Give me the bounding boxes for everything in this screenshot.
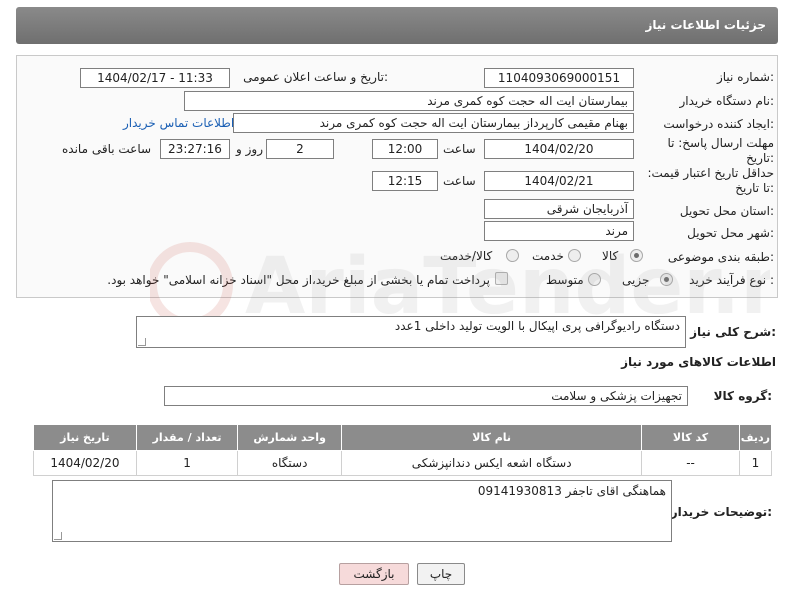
table-header-row: ردیف کد کالا نام کالا واحد شمارش تعداد /… (33, 424, 773, 451)
reply-time-label: ساعت (443, 142, 476, 156)
col-header-row-number: ردیف (738, 424, 773, 451)
cell-date: 1404/02/20 (33, 450, 137, 476)
buyer-notes-field: هماهنگی اقای تاجفر 09141930813 (52, 480, 672, 542)
buyer-field: بیمارستان ایت اله حجت کوه کمری مرند (184, 91, 634, 111)
items-table: ردیف کد کالا نام کالا واحد شمارش تعداد /… (33, 424, 773, 476)
reply-deadline-label: مهلت ارسال پاسخ: تا تاریخ: (667, 136, 774, 165)
price-time-field: 12:15 (372, 171, 438, 191)
col-header-quantity: تعداد / مقدار (135, 424, 239, 451)
goods-group-field: تجهیزات پزشکی و سلامت (164, 386, 688, 406)
buyer-notes-label: توضیحات خریدار: (670, 505, 772, 519)
city-field: مرند (484, 221, 634, 241)
remaining-time-field: 23:27:16 (160, 139, 230, 159)
reply-date-field: 1404/02/20 (484, 139, 634, 159)
category-goods-label: کالا (602, 249, 619, 263)
category-service-label: خدمت (532, 249, 564, 263)
col-header-date: تاریخ نیاز (33, 424, 137, 451)
cell-quantity: 1 (135, 450, 239, 476)
process-minor-label: جزیی (622, 273, 650, 287)
col-header-name: نام کالا (340, 424, 643, 451)
announce-field: 1404/02/17 - 11:33 (80, 68, 230, 88)
print-button[interactable]: چاپ (417, 563, 465, 585)
treasury-payment-checkbox[interactable] (495, 272, 508, 285)
price-deadline-label: حداقل تاریخ اعتبار قیمت: تا تاریخ: (647, 166, 774, 195)
page-header: جزئیات اطلاعات نیاز (16, 7, 778, 44)
goods-group-label: گروه کالا: (713, 389, 772, 403)
category-both-label: کالا/خدمت (440, 249, 493, 263)
process-medium-label: متوسط (546, 273, 584, 287)
price-date-field: 1404/02/21 (484, 171, 634, 191)
goods-section-title: اطلاعات کالاهای مورد نیاز (621, 355, 776, 369)
treasury-payment-note: پرداخت تمام یا بخشی از مبلغ خرید،از محل … (107, 273, 490, 287)
table-row: 1 -- دستگاه اشعه ایکس دندانپزشکی دستگاه … (33, 450, 773, 476)
price-time-label: ساعت (443, 174, 476, 188)
cell-name: دستگاه اشعه ایکس دندانپزشکی (340, 450, 643, 476)
days-label: روز و (236, 142, 263, 156)
cell-unit: دستگاه (237, 450, 342, 476)
province-label: استان محل تحویل: (679, 204, 774, 218)
days-field: 2 (266, 139, 334, 159)
process-radio-minor[interactable] (660, 273, 673, 286)
city-label: شهر محل تحویل: (687, 226, 774, 240)
category-label: طبقه بندی موضوعی: (667, 250, 774, 264)
creator-field: بهنام مقیمی کارپرداز بیمارستان ایت اله ح… (233, 113, 634, 133)
col-header-unit: واحد شمارش (237, 424, 342, 451)
description-field: دستگاه رادیوگرافی پری اپیکال با الویت تو… (136, 316, 686, 348)
notes-resize-handle-icon[interactable] (54, 532, 62, 540)
reply-time-field: 12:00 (372, 139, 438, 159)
creator-label: ایجاد کننده درخواست: (663, 117, 774, 131)
cell-row-number: 1 (738, 450, 773, 476)
need-number-label: شماره نیاز: (716, 70, 774, 84)
remaining-label: ساعت باقی مانده (62, 142, 152, 156)
col-header-code: کد کالا (641, 424, 740, 451)
process-label: نوع فرآیند خرید : (689, 273, 774, 287)
buyer-contact-link[interactable]: اطلاعات تماس خریدار (123, 116, 234, 130)
description-label: شرح کلی نیاز: (690, 325, 776, 339)
resize-handle-icon[interactable] (138, 338, 146, 346)
buyer-label: نام دستگاه خریدار: (679, 94, 775, 108)
province-field: آذربایجان شرقی (484, 199, 634, 219)
back-button[interactable]: بازگشت (339, 563, 409, 585)
announce-label: تاریخ و ساعت اعلان عمومی: (243, 70, 388, 84)
page-title: جزئیات اطلاعات نیاز (645, 18, 766, 32)
need-number-field: 1104093069000151 (484, 68, 634, 88)
process-radio-medium[interactable] (588, 273, 601, 286)
category-radio-goods[interactable] (630, 249, 643, 262)
category-radio-service[interactable] (568, 249, 581, 262)
cell-code: -- (641, 450, 740, 476)
category-radio-both[interactable] (506, 249, 519, 262)
